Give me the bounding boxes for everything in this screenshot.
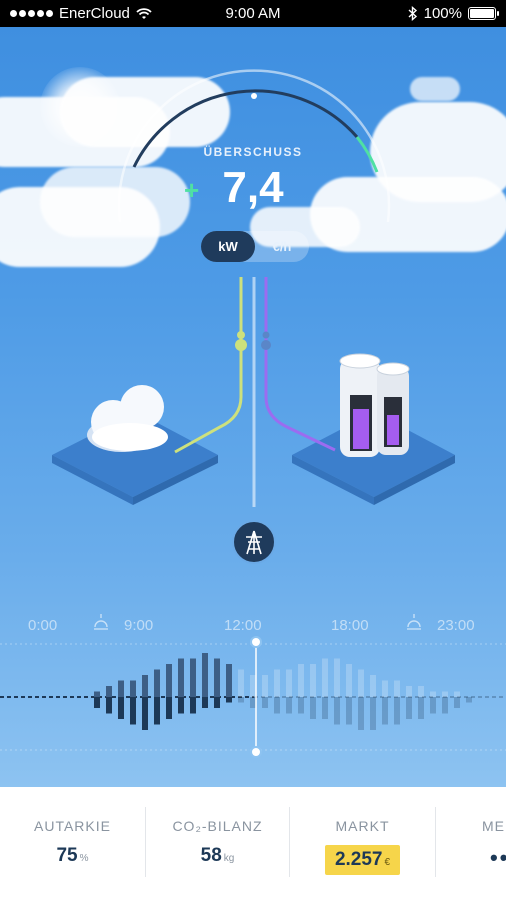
- chart-bar-positive: [166, 664, 172, 697]
- chart-bar-positive: [310, 664, 316, 697]
- kpi-value: 75%: [56, 845, 89, 866]
- chart-bar-negative: [178, 697, 184, 714]
- chart-bar-negative: [430, 697, 436, 714]
- kpi-more[interactable]: ME ••: [436, 787, 506, 900]
- chart-bar-negative: [130, 697, 136, 725]
- chart-bar-positive: [406, 686, 412, 697]
- energy-flow-view: ÜBERSCHUSS + 7,4 kW €/h 0:00 9:00 12:00 …: [0, 27, 506, 787]
- status-right: 100%: [408, 5, 499, 22]
- scrubber-bottom-handle[interactable]: [250, 746, 262, 758]
- chart-bar-negative: [154, 697, 160, 725]
- kpi-co2-bilanz[interactable]: CO₂-BILANZ 58 kg: [146, 787, 289, 900]
- chart-bar-positive: [418, 686, 424, 697]
- chart-bar-negative: [286, 697, 292, 714]
- chart-bar-negative: [418, 697, 424, 719]
- chart-bar-negative: [298, 697, 304, 714]
- chart-bar-positive: [346, 664, 352, 697]
- chart-bar-negative: [370, 697, 376, 730]
- chart-bar-negative: [454, 697, 460, 708]
- chart-bar-negative: [322, 697, 328, 719]
- chart-bar-positive: [382, 680, 388, 697]
- chart-bar-positive: [214, 658, 220, 697]
- chart-bar-positive: [142, 675, 148, 697]
- carrier-name: EnerCloud: [59, 5, 130, 22]
- kpi-value: ••: [490, 845, 506, 870]
- chart-bar-negative: [202, 697, 208, 708]
- chart-bar-negative: [94, 697, 100, 708]
- chart-bar-positive: [394, 680, 400, 697]
- signal-strength-icon: [10, 10, 53, 17]
- chart-bar-positive: [286, 669, 292, 697]
- chart-bar-negative: [358, 697, 364, 730]
- chart-bar-negative: [442, 697, 448, 714]
- kpi-bar: AUTARKIE 75% CO₂-BILANZ 58 kg MARKT 2.257…: [0, 787, 506, 900]
- chart-bar-positive: [106, 686, 112, 697]
- battery-icon: [468, 7, 499, 20]
- chart-bar-negative: [214, 697, 220, 708]
- kpi-label: ME: [482, 818, 505, 834]
- kpi-value: 2.257 €: [290, 845, 435, 875]
- chart-bar-positive: [202, 653, 208, 697]
- chart-bar-positive: [178, 658, 184, 697]
- status-left: EnerCloud: [10, 5, 180, 22]
- chart-bar-positive: [118, 680, 124, 697]
- chart-bar-positive: [298, 664, 304, 697]
- chart-bar-negative: [346, 697, 352, 725]
- chart-bar-negative: [250, 697, 256, 708]
- chart-bar-negative: [238, 697, 244, 703]
- kpi-autarkie[interactable]: AUTARKIE 75%: [0, 787, 145, 900]
- wifi-icon: [136, 7, 152, 19]
- scrubber-top-handle[interactable]: [250, 636, 262, 648]
- chart-bar-negative: [142, 697, 148, 730]
- chart-bar-negative: [262, 697, 268, 708]
- chart-bar-negative: [334, 697, 340, 725]
- chart-bar-negative: [118, 697, 124, 719]
- chart-bar-positive: [442, 691, 448, 697]
- chart-bar-negative: [310, 697, 316, 719]
- chart-bar-negative: [406, 697, 412, 719]
- chart-bar-positive: [154, 669, 160, 697]
- energy-timeline-chart[interactable]: [0, 27, 506, 787]
- chart-bar-positive: [262, 675, 268, 697]
- chart-bar-negative: [106, 697, 112, 714]
- chart-bar-positive: [334, 658, 340, 697]
- chart-bar-positive: [94, 691, 100, 697]
- kpi-label: CO₂-BILANZ: [172, 818, 263, 834]
- battery-percent: 100%: [423, 5, 462, 22]
- chart-bar-negative: [382, 697, 388, 725]
- chart-bar-negative: [226, 697, 232, 703]
- chart-bar-positive: [274, 669, 280, 697]
- chart-bar-negative: [190, 697, 196, 714]
- kpi-label: MARKT: [335, 818, 390, 834]
- chart-bar-positive: [130, 680, 136, 697]
- chart-bar-positive: [430, 691, 436, 697]
- chart-bar-negative: [274, 697, 280, 714]
- chart-bar-positive: [370, 675, 376, 697]
- kpi-value: 58 kg: [200, 845, 235, 866]
- kpi-label: AUTARKIE: [34, 818, 111, 834]
- chart-bar-positive: [454, 691, 460, 697]
- chart-bar-positive: [238, 669, 244, 697]
- kpi-markt[interactable]: MARKT 2.257 €: [290, 787, 435, 900]
- chart-bar-positive: [358, 669, 364, 697]
- chart-bar-positive: [322, 658, 328, 697]
- status-bar: EnerCloud 9:00 AM 100%: [0, 0, 506, 27]
- chart-bar-positive: [190, 658, 196, 697]
- chart-bar-negative: [166, 697, 172, 719]
- chart-bar-negative: [466, 697, 472, 703]
- bluetooth-icon: [408, 6, 417, 21]
- chart-bar-positive: [250, 675, 256, 697]
- chart-bar-negative: [394, 697, 400, 725]
- chart-bar-positive: [226, 664, 232, 697]
